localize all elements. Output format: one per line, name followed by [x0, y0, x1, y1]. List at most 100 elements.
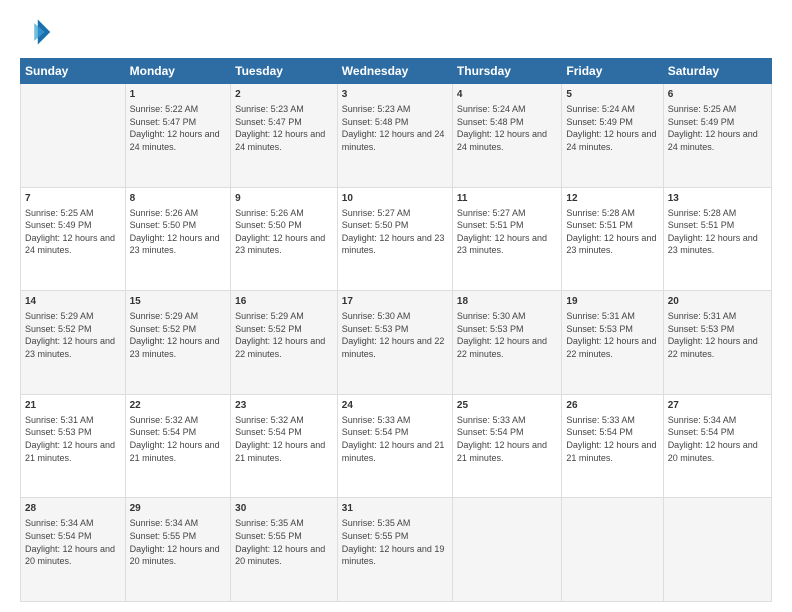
day-number: 26: [566, 399, 658, 413]
sunset-text: Sunset: 5:48 PM: [342, 116, 448, 129]
daylight-text: Daylight: 12 hours and 22 minutes.: [457, 335, 557, 360]
daylight-text: Daylight: 12 hours and 21 minutes.: [235, 439, 333, 464]
day-cell: 29Sunrise: 5:34 AMSunset: 5:55 PMDayligh…: [125, 498, 231, 602]
day-cell: 28Sunrise: 5:34 AMSunset: 5:54 PMDayligh…: [21, 498, 126, 602]
day-cell: 31Sunrise: 5:35 AMSunset: 5:55 PMDayligh…: [337, 498, 452, 602]
day-cell: 18Sunrise: 5:30 AMSunset: 5:53 PMDayligh…: [452, 291, 561, 395]
day-number: 19: [566, 295, 658, 309]
daylight-text: Daylight: 12 hours and 21 minutes.: [342, 439, 448, 464]
sunset-text: Sunset: 5:52 PM: [130, 323, 227, 336]
sunset-text: Sunset: 5:49 PM: [566, 116, 658, 129]
sunrise-text: Sunrise: 5:27 AM: [342, 207, 448, 220]
sunrise-text: Sunrise: 5:26 AM: [130, 207, 227, 220]
day-number: 31: [342, 502, 448, 516]
sunset-text: Sunset: 5:53 PM: [668, 323, 767, 336]
sunrise-text: Sunrise: 5:22 AM: [130, 103, 227, 116]
week-row-2: 7Sunrise: 5:25 AMSunset: 5:49 PMDaylight…: [21, 187, 772, 291]
sunset-text: Sunset: 5:47 PM: [235, 116, 333, 129]
daylight-text: Daylight: 12 hours and 20 minutes.: [235, 543, 333, 568]
sunset-text: Sunset: 5:52 PM: [25, 323, 121, 336]
sunset-text: Sunset: 5:47 PM: [130, 116, 227, 129]
daylight-text: Daylight: 12 hours and 21 minutes.: [130, 439, 227, 464]
day-cell: 12Sunrise: 5:28 AMSunset: 5:51 PMDayligh…: [562, 187, 663, 291]
day-cell: 20Sunrise: 5:31 AMSunset: 5:53 PMDayligh…: [663, 291, 771, 395]
day-cell: 8Sunrise: 5:26 AMSunset: 5:50 PMDaylight…: [125, 187, 231, 291]
sunset-text: Sunset: 5:55 PM: [342, 530, 448, 543]
day-cell: 24Sunrise: 5:33 AMSunset: 5:54 PMDayligh…: [337, 394, 452, 498]
daylight-text: Daylight: 12 hours and 21 minutes.: [25, 439, 121, 464]
logo: [20, 16, 56, 48]
sunset-text: Sunset: 5:50 PM: [235, 219, 333, 232]
sunrise-text: Sunrise: 5:31 AM: [566, 310, 658, 323]
page: SundayMondayTuesdayWednesdayThursdayFrid…: [0, 0, 792, 612]
day-cell: 1Sunrise: 5:22 AMSunset: 5:47 PMDaylight…: [125, 84, 231, 188]
daylight-text: Daylight: 12 hours and 22 minutes.: [566, 335, 658, 360]
day-cell: 23Sunrise: 5:32 AMSunset: 5:54 PMDayligh…: [231, 394, 338, 498]
day-number: 17: [342, 295, 448, 309]
sunset-text: Sunset: 5:54 PM: [668, 426, 767, 439]
sunrise-text: Sunrise: 5:31 AM: [668, 310, 767, 323]
sunset-text: Sunset: 5:54 PM: [342, 426, 448, 439]
day-cell: 2Sunrise: 5:23 AMSunset: 5:47 PMDaylight…: [231, 84, 338, 188]
sunrise-text: Sunrise: 5:34 AM: [25, 517, 121, 530]
day-number: 20: [668, 295, 767, 309]
day-cell: [452, 498, 561, 602]
daylight-text: Daylight: 12 hours and 24 minutes.: [25, 232, 121, 257]
sunset-text: Sunset: 5:55 PM: [235, 530, 333, 543]
col-header-friday: Friday: [562, 59, 663, 84]
daylight-text: Daylight: 12 hours and 20 minutes.: [668, 439, 767, 464]
sunset-text: Sunset: 5:54 PM: [235, 426, 333, 439]
day-number: 2: [235, 88, 333, 102]
day-number: 8: [130, 192, 227, 206]
sunset-text: Sunset: 5:49 PM: [668, 116, 767, 129]
daylight-text: Daylight: 12 hours and 23 minutes.: [342, 232, 448, 257]
daylight-text: Daylight: 12 hours and 24 minutes.: [130, 128, 227, 153]
sunset-text: Sunset: 5:50 PM: [130, 219, 227, 232]
week-row-1: 1Sunrise: 5:22 AMSunset: 5:47 PMDaylight…: [21, 84, 772, 188]
col-header-wednesday: Wednesday: [337, 59, 452, 84]
day-cell: [21, 84, 126, 188]
day-cell: 21Sunrise: 5:31 AMSunset: 5:53 PMDayligh…: [21, 394, 126, 498]
sunset-text: Sunset: 5:53 PM: [342, 323, 448, 336]
sunrise-text: Sunrise: 5:26 AM: [235, 207, 333, 220]
daylight-text: Daylight: 12 hours and 24 minutes.: [566, 128, 658, 153]
day-number: 21: [25, 399, 121, 413]
col-header-thursday: Thursday: [452, 59, 561, 84]
daylight-text: Daylight: 12 hours and 19 minutes.: [342, 543, 448, 568]
day-cell: 6Sunrise: 5:25 AMSunset: 5:49 PMDaylight…: [663, 84, 771, 188]
sunrise-text: Sunrise: 5:32 AM: [130, 414, 227, 427]
day-cell: [562, 498, 663, 602]
daylight-text: Daylight: 12 hours and 21 minutes.: [457, 439, 557, 464]
sunrise-text: Sunrise: 5:35 AM: [235, 517, 333, 530]
sunset-text: Sunset: 5:51 PM: [457, 219, 557, 232]
day-number: 24: [342, 399, 448, 413]
day-number: 30: [235, 502, 333, 516]
col-header-tuesday: Tuesday: [231, 59, 338, 84]
day-cell: 5Sunrise: 5:24 AMSunset: 5:49 PMDaylight…: [562, 84, 663, 188]
day-cell: 19Sunrise: 5:31 AMSunset: 5:53 PMDayligh…: [562, 291, 663, 395]
sunrise-text: Sunrise: 5:35 AM: [342, 517, 448, 530]
sunrise-text: Sunrise: 5:29 AM: [25, 310, 121, 323]
col-header-saturday: Saturday: [663, 59, 771, 84]
sunrise-text: Sunrise: 5:32 AM: [235, 414, 333, 427]
daylight-text: Daylight: 12 hours and 24 minutes.: [668, 128, 767, 153]
day-number: 18: [457, 295, 557, 309]
day-cell: 7Sunrise: 5:25 AMSunset: 5:49 PMDaylight…: [21, 187, 126, 291]
sunrise-text: Sunrise: 5:30 AM: [457, 310, 557, 323]
week-row-5: 28Sunrise: 5:34 AMSunset: 5:54 PMDayligh…: [21, 498, 772, 602]
calendar-table: SundayMondayTuesdayWednesdayThursdayFrid…: [20, 58, 772, 602]
day-number: 7: [25, 192, 121, 206]
day-number: 22: [130, 399, 227, 413]
header: [20, 16, 772, 48]
sunrise-text: Sunrise: 5:29 AM: [130, 310, 227, 323]
day-number: 25: [457, 399, 557, 413]
day-number: 6: [668, 88, 767, 102]
week-row-4: 21Sunrise: 5:31 AMSunset: 5:53 PMDayligh…: [21, 394, 772, 498]
day-cell: 11Sunrise: 5:27 AMSunset: 5:51 PMDayligh…: [452, 187, 561, 291]
sunrise-text: Sunrise: 5:33 AM: [342, 414, 448, 427]
day-number: 29: [130, 502, 227, 516]
day-number: 16: [235, 295, 333, 309]
sunrise-text: Sunrise: 5:23 AM: [235, 103, 333, 116]
sunrise-text: Sunrise: 5:33 AM: [457, 414, 557, 427]
sunset-text: Sunset: 5:53 PM: [25, 426, 121, 439]
